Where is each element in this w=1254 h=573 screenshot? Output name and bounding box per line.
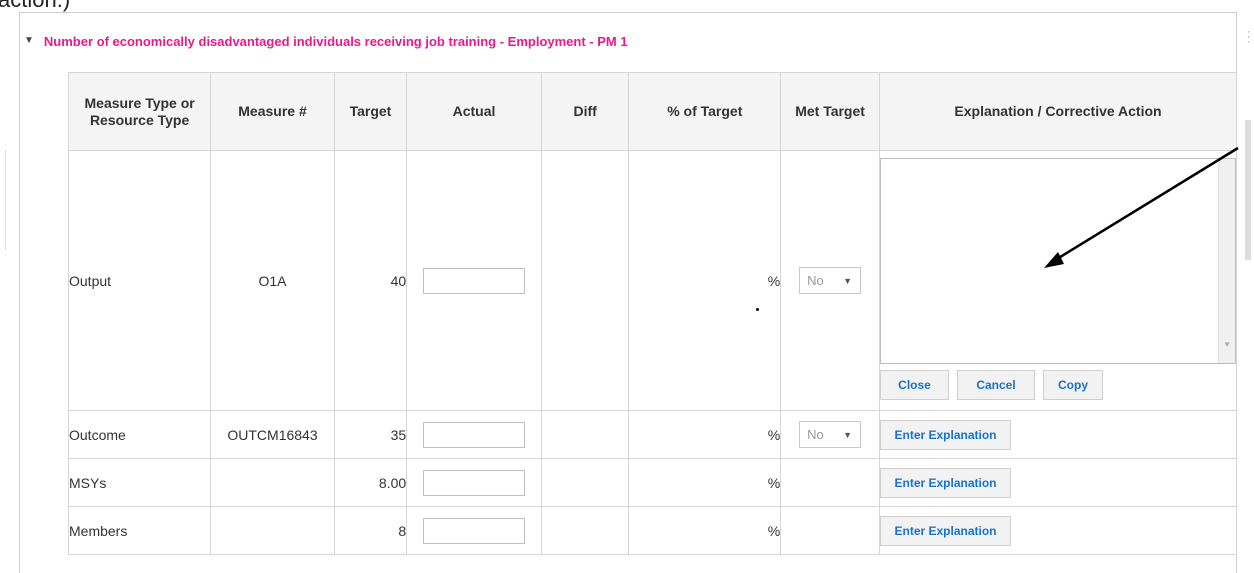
- textarea-scrollbar[interactable]: [1218, 159, 1235, 363]
- cell-measure-number: [210, 458, 335, 507]
- select-arrow-icon: ▼: [843, 275, 853, 286]
- met-target-value: No: [807, 427, 824, 442]
- table-header-row: Measure Type or Resource Type Measure # …: [67, 72, 1237, 151]
- table-row: Members 8 % Enter Explanation: [67, 506, 1237, 555]
- cell-explanation: Enter Explanation: [879, 410, 1237, 459]
- cell-type: Members: [67, 506, 212, 555]
- cell-diff: [540, 506, 630, 555]
- enter-explanation-button[interactable]: Enter Explanation: [880, 515, 1011, 546]
- cell-type: Output: [67, 150, 212, 411]
- cell-explanation: ▼ Close Cancel Copy: [879, 150, 1237, 411]
- cell-actual: [406, 410, 542, 459]
- close-button[interactable]: Close: [880, 370, 949, 400]
- cell-explanation: Enter Explanation: [879, 506, 1237, 555]
- header-measure-type: Measure Type or Resource Type: [67, 72, 212, 151]
- cell-percent: %: [628, 458, 782, 507]
- cell-percent: %: [628, 506, 782, 555]
- actual-input[interactable]: [423, 517, 526, 544]
- cell-type: MSYs: [67, 458, 212, 507]
- header-explanation: Explanation / Corrective Action: [879, 72, 1237, 151]
- cell-actual: [406, 506, 542, 555]
- cell-measure-number: [210, 506, 335, 555]
- actual-input[interactable]: [423, 469, 526, 496]
- edge-marker: · · ·: [1247, 26, 1251, 48]
- header-actual: Actual: [406, 72, 542, 151]
- cell-diff: [540, 410, 630, 459]
- explanation-button-row: Close Cancel Copy: [880, 370, 1236, 400]
- cell-measure-number: OUTCM16843: [210, 410, 335, 459]
- met-target-select[interactable]: No ▼: [799, 267, 862, 294]
- cell-actual: [406, 150, 542, 411]
- cell-met-target: No ▼: [780, 150, 880, 411]
- met-target-select[interactable]: No ▼: [799, 421, 862, 448]
- stray-dot: [756, 308, 759, 311]
- cell-target: 8.00: [333, 458, 408, 507]
- cell-target: 8: [333, 506, 408, 555]
- enter-explanation-button[interactable]: Enter Explanation: [880, 419, 1011, 450]
- explanation-textarea[interactable]: ▼: [880, 158, 1236, 364]
- header-measure-number: Measure #: [210, 72, 335, 151]
- cell-measure-number: O1A: [210, 150, 335, 411]
- cell-explanation: Enter Explanation: [879, 458, 1237, 507]
- cell-percent: %: [628, 410, 782, 459]
- header-met-target: Met Target: [780, 72, 880, 151]
- cell-type: Outcome: [67, 410, 212, 459]
- actual-input[interactable]: [423, 421, 526, 448]
- cell-diff: [540, 458, 630, 507]
- section-header[interactable]: ▼ Number of economically disadvantaged i…: [24, 33, 628, 49]
- met-target-value: No: [807, 273, 824, 288]
- cancel-button[interactable]: Cancel: [957, 370, 1035, 400]
- cell-diff: [540, 150, 630, 411]
- table-row: Output O1A 40 % No ▼ ▼ Close Cancel Copy: [67, 150, 1237, 411]
- cell-target: 40: [333, 150, 408, 411]
- table-row: MSYs 8.00 % Enter Explanation: [67, 458, 1237, 507]
- cell-met-target: [780, 458, 880, 507]
- table-row: Outcome OUTCM16843 35 % No ▼ Enter Expla…: [67, 410, 1237, 459]
- cell-actual: [406, 458, 542, 507]
- left-divider: [5, 150, 6, 250]
- scroll-down-arrow-icon[interactable]: ▼: [1223, 340, 1231, 349]
- header-target: Target: [333, 72, 408, 151]
- cell-met-target: [780, 506, 880, 555]
- select-arrow-icon: ▼: [843, 429, 853, 440]
- enter-explanation-button[interactable]: Enter Explanation: [880, 467, 1011, 498]
- actual-input[interactable]: [423, 267, 526, 294]
- collapse-caret-icon[interactable]: ▼: [24, 35, 34, 46]
- section-title[interactable]: Number of economically disadvantaged ind…: [44, 34, 628, 49]
- performance-measures-table: Measure Type or Resource Type Measure # …: [67, 72, 1237, 555]
- page-scrollbar[interactable]: [1243, 0, 1254, 550]
- header-percent-of-target: % of Target: [628, 72, 782, 151]
- copy-button[interactable]: Copy: [1043, 370, 1103, 400]
- header-diff: Diff: [540, 72, 630, 151]
- page-scrollbar-thumb[interactable]: [1245, 120, 1251, 260]
- cell-target: 35: [333, 410, 408, 459]
- cell-percent: %: [628, 150, 782, 411]
- cell-met-target: No ▼: [780, 410, 880, 459]
